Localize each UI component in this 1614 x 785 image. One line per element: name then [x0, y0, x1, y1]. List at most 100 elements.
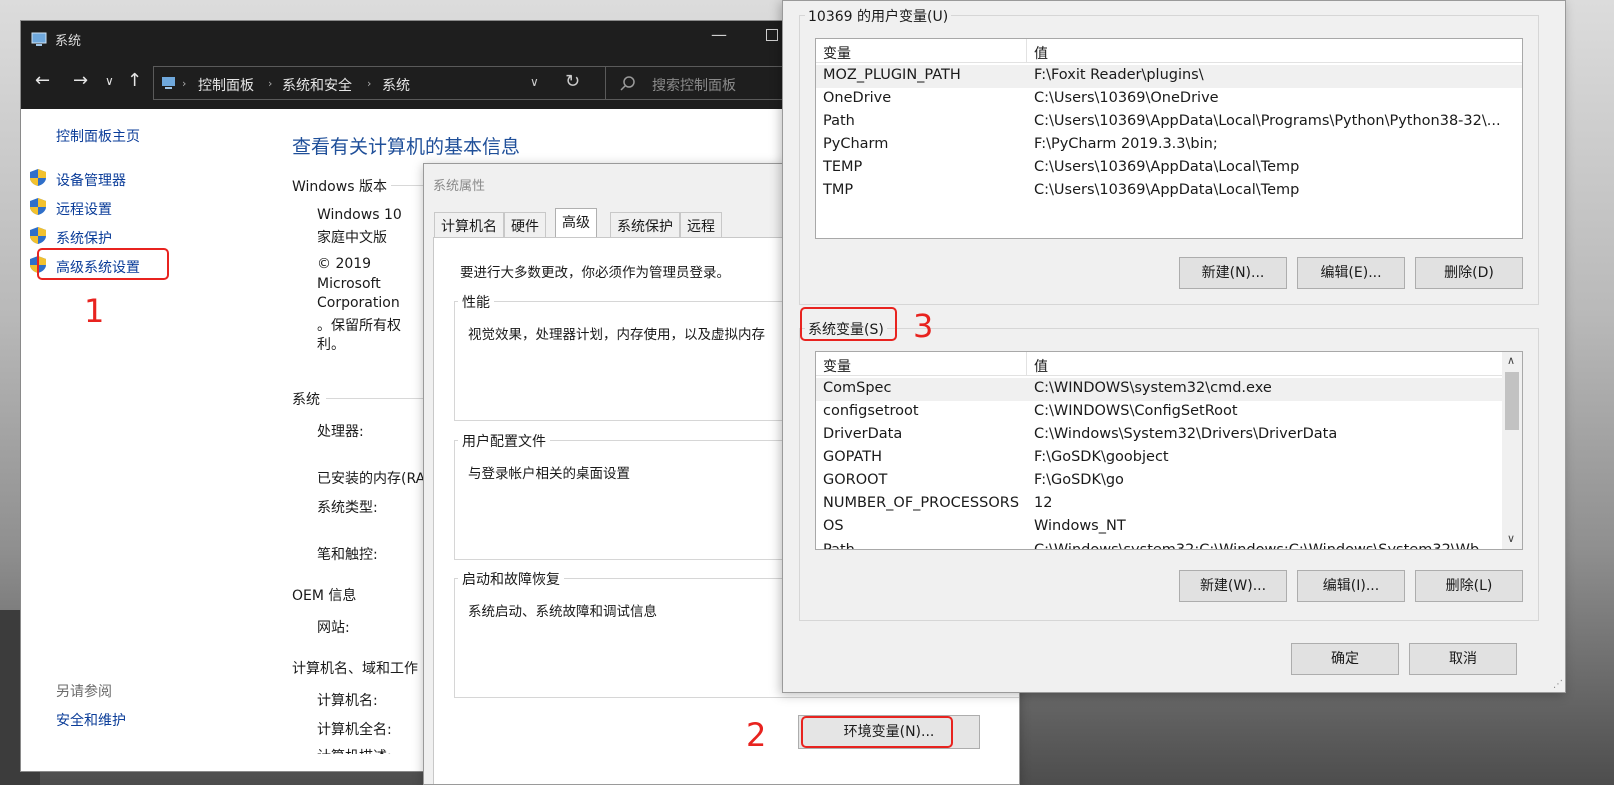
sidebar-item-device-manager[interactable]: 设备管理器: [56, 170, 126, 190]
user-var-row[interactable]: OneDrive C:\Users\10369\OneDrive: [816, 88, 1522, 111]
performance-label: 性能: [458, 292, 494, 312]
list-header: 变量 值: [816, 352, 1502, 376]
copyright-line: Microsoft: [317, 276, 381, 292]
system-var-row[interactable]: NUMBER_OF_PROCESSORS 12: [816, 493, 1502, 516]
window-title: 系统: [55, 34, 82, 49]
system-edit-button[interactable]: 编辑(I)...: [1297, 570, 1405, 602]
column-header-value[interactable]: 值: [1034, 356, 1048, 376]
uac-shield-icon: [30, 227, 46, 244]
copyright-line: © 2019: [317, 256, 372, 272]
system-var-row[interactable]: OS Windows_NT: [816, 516, 1502, 539]
column-header-variable[interactable]: 变量: [823, 356, 851, 376]
refresh-icon[interactable]: ↻: [565, 71, 580, 92]
variable-name: TEMP: [823, 159, 863, 175]
annotation-box-2: [801, 716, 953, 748]
user-var-row[interactable]: TMP C:\Users\10369\AppData\Local\Temp: [816, 180, 1522, 203]
tab-system-protection[interactable]: 系统保护: [610, 212, 680, 237]
user-var-row[interactable]: TEMP C:\Users\10369\AppData\Local\Temp: [816, 157, 1522, 180]
annotation-box-3: [800, 307, 897, 341]
breadcrumb-system[interactable]: 系统: [382, 75, 410, 95]
variable-value: C:\WINDOWS\system32\cmd.exe: [1034, 380, 1272, 396]
user-variables-list[interactable]: 变量 值 MOZ_PLUGIN_PATH F:\Foxit Reader\plu…: [815, 38, 1523, 239]
annotation-number-3: 3: [913, 307, 934, 345]
breadcrumb-control-panel[interactable]: 控制面板: [198, 75, 254, 95]
sidebar-item-remote-settings[interactable]: 远程设置: [56, 199, 112, 219]
tab-remote[interactable]: 远程: [680, 212, 722, 237]
user-var-row[interactable]: Path C:\Users\10369\AppData\Local\Progra…: [816, 111, 1522, 134]
ok-button[interactable]: 确定: [1291, 643, 1399, 675]
variable-value: F:\GoSDK\go: [1034, 472, 1124, 488]
variable-name: OS: [823, 518, 844, 534]
tab-hardware[interactable]: 硬件: [504, 212, 546, 237]
recent-chevron-icon[interactable]: ∨: [105, 74, 114, 88]
column-header-variable[interactable]: 变量: [823, 43, 851, 63]
search-box[interactable]: 搜索控制面板: [605, 66, 799, 100]
user-var-row[interactable]: MOZ_PLUGIN_PATH F:\Foxit Reader\plugins\: [816, 65, 1522, 88]
system-delete-button[interactable]: 删除(L): [1415, 570, 1523, 602]
variable-name: Path: [823, 542, 855, 550]
user-edit-button[interactable]: 编辑(E)...: [1297, 257, 1405, 289]
scrollbar-thumb[interactable]: [1505, 372, 1519, 430]
tab-computer-name[interactable]: 计算机名: [434, 212, 504, 237]
uac-shield-icon: [30, 169, 46, 186]
variable-value: F:\Foxit Reader\plugins\: [1034, 67, 1204, 83]
system-var-row[interactable]: GOROOT F:\GoSDK\go: [816, 470, 1502, 493]
breadcrumb-system-security[interactable]: 系统和安全: [282, 75, 352, 95]
variable-value: Windows_NT: [1034, 518, 1126, 534]
startup-recovery-text: 系统启动、系统故障和调试信息: [468, 604, 657, 620]
column-separator: [1026, 39, 1027, 63]
resize-grip-icon[interactable]: ⋰: [1553, 679, 1563, 690]
system-var-row[interactable]: DriverData C:\Windows\System32\Drivers\D…: [816, 424, 1502, 447]
variable-name: TMP: [823, 182, 854, 198]
scroll-up-icon[interactable]: ∧: [1507, 354, 1515, 367]
dropdown-chevron-icon[interactable]: ∨: [530, 75, 539, 89]
uac-shield-icon: [30, 198, 46, 215]
system-var-row[interactable]: ComSpec C:\WINDOWS\system32\cmd.exe: [816, 378, 1502, 401]
variable-name: Path: [823, 113, 855, 129]
variable-name: GOROOT: [823, 472, 888, 488]
vertical-scrollbar[interactable]: ∧ ∨: [1502, 352, 1522, 549]
forward-arrow-icon[interactable]: →: [73, 70, 88, 91]
back-arrow-icon[interactable]: ←: [35, 70, 50, 91]
search-icon: [620, 76, 635, 91]
control-panel-home-link[interactable]: 控制面板主页: [56, 126, 140, 146]
page-title: 查看有关计算机的基本信息: [292, 136, 521, 158]
user-new-button[interactable]: 新建(N)...: [1179, 257, 1287, 289]
cancel-button[interactable]: 取消: [1409, 643, 1517, 675]
user-var-row[interactable]: PyCharm F:\PyCharm 2019.3.3\bin;: [816, 134, 1522, 157]
variable-value: C:\Windows\System32\Drivers\DriverData: [1034, 426, 1338, 442]
column-header-value[interactable]: 值: [1034, 43, 1048, 63]
system-window-icon: [31, 32, 47, 46]
copyright-line: Corporation: [317, 295, 400, 311]
variable-value: C:\Users\10369\AppData\Local\Temp: [1034, 159, 1300, 175]
see-also-title: 另请参阅: [56, 684, 112, 700]
maximize-icon[interactable]: [766, 29, 778, 41]
tab-advanced[interactable]: 高级: [555, 208, 597, 238]
address-bar: ← → ∨ ↑ › 控制面板 › 系统和安全 › 系统 ∨ ↻ 搜索控制面板: [21, 57, 799, 109]
minimize-icon[interactable]: —: [711, 25, 727, 44]
user-profile-text: 与登录帐户相关的桌面设置: [468, 466, 630, 482]
system-variables-list[interactable]: 变量 值 ComSpec C:\WINDOWS\system32\cmd.exe…: [815, 351, 1523, 550]
address-box[interactable]: › 控制面板 › 系统和安全 › 系统 ∨ ↻: [153, 66, 621, 100]
up-arrow-icon[interactable]: ↑: [127, 70, 142, 91]
variable-name: OneDrive: [823, 90, 892, 106]
column-separator: [1026, 352, 1027, 376]
sidebar-item-system-protection[interactable]: 系统保护: [56, 228, 112, 248]
variable-value: C:\Users\10369\AppData\Local\Programs\Py…: [1034, 113, 1501, 129]
computer-section-title: 计算机名、域和工作: [292, 661, 418, 677]
system-var-row[interactable]: GOPATH F:\GoSDK\goobject: [816, 447, 1502, 470]
oem-section-title: OEM 信息: [292, 588, 357, 604]
copyright-line: 。保留所有权: [317, 318, 401, 334]
system-var-row[interactable]: configsetroot C:\WINDOWS\ConfigSetRoot: [816, 401, 1502, 424]
breadcrumb-chevron-icon: ›: [182, 77, 187, 90]
annotation-number-1: 1: [84, 292, 105, 330]
scroll-down-icon[interactable]: ∨: [1507, 532, 1515, 545]
system-var-row[interactable]: Path C:\Windows\system32;C:\Windows;C:\W…: [816, 540, 1502, 550]
search-input[interactable]: 搜索控制面板: [652, 75, 736, 95]
variable-name: DriverData: [823, 426, 903, 442]
variable-name: configsetroot: [823, 403, 919, 419]
user-delete-button[interactable]: 删除(D): [1415, 257, 1523, 289]
system-new-button[interactable]: 新建(W)...: [1179, 570, 1287, 602]
windows-version-title: Windows 版本: [292, 179, 387, 195]
security-maintenance-link[interactable]: 安全和维护: [56, 710, 126, 730]
